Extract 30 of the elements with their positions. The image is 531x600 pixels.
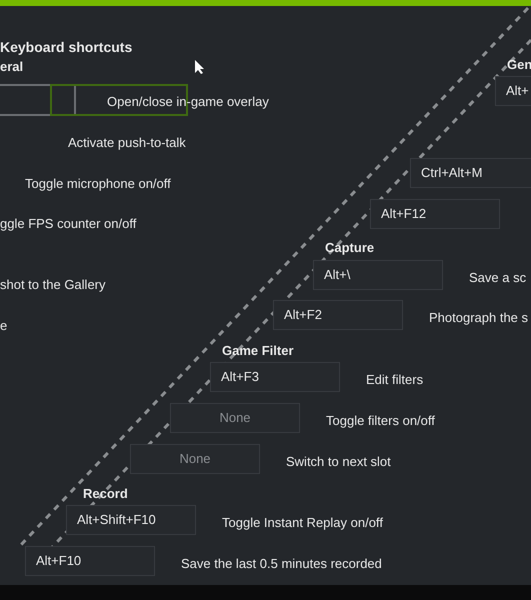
shortcut-field[interactable]: Alt+\ (313, 260, 443, 290)
shortcut-action: Switch to next slot (286, 453, 391, 471)
shortcut-field[interactable]: None (170, 403, 300, 433)
shortcut-field[interactable] (0, 84, 76, 116)
shortcut-field[interactable]: Alt+F3 (210, 362, 340, 392)
shortcut-field[interactable]: Alt+Shift+F10 (66, 505, 196, 535)
shortcut-field[interactable]: Alt+F2 (273, 300, 403, 330)
section-heading: eral (0, 58, 24, 76)
shortcut-action: ggle FPS counter on/off (0, 215, 136, 233)
shortcut-action: Open/close in-game overlay (107, 93, 269, 111)
shortcut-field[interactable]: None (130, 444, 260, 474)
shortcut-action: e (0, 317, 8, 335)
cursor-icon (195, 60, 205, 74)
section-heading: Record (83, 485, 128, 503)
shortcut-action: Toggle filters on/off (326, 412, 435, 430)
shortcut-field[interactable]: Ctrl+Alt+M (410, 158, 531, 188)
shortcut-action: Toggle Instant Replay on/off (222, 514, 383, 532)
shortcut-action: Save a sc (469, 269, 526, 287)
section-heading: Capture (325, 239, 374, 257)
panel-title: Keyboard shortcuts (0, 38, 132, 57)
shortcut-action: Activate push-to-talk (68, 134, 186, 152)
shortcut-field[interactable]: Alt+ (495, 76, 531, 106)
shortcut-action: shot to the Gallery (0, 276, 106, 294)
shortcut-field[interactable]: Alt+F10 (25, 546, 155, 576)
shortcut-field[interactable]: Alt+F12 (370, 199, 500, 229)
shortcut-action: Edit filters (366, 371, 424, 389)
shortcut-action: Toggle microphone on/off (25, 175, 171, 193)
shortcut-action: Save the last 0.5 minutes recorded (181, 555, 382, 573)
shortcut-action: Photograph the s (429, 309, 528, 327)
section-heading: Game Filter (222, 342, 294, 360)
